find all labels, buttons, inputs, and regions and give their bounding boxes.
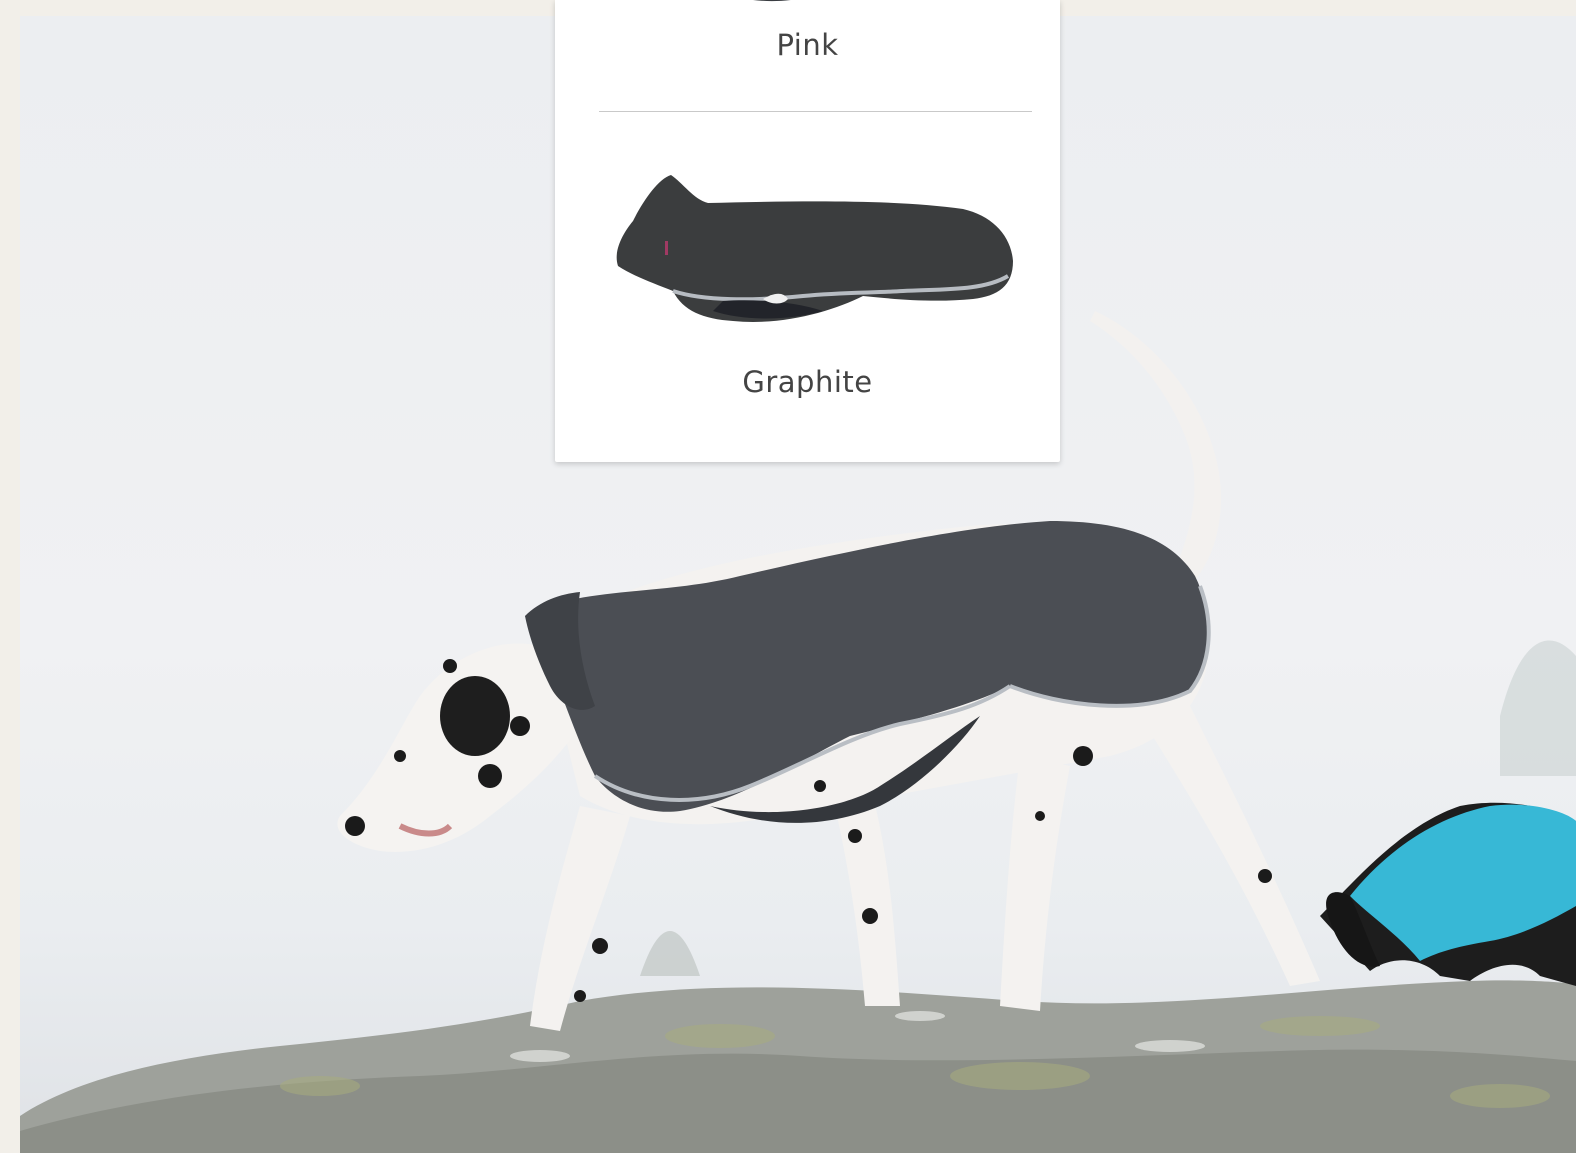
option-divider [599, 111, 1032, 112]
coat-thumbnail-icon [616, 175, 1013, 322]
color-option-pink[interactable]: Pink [555, 0, 1060, 112]
color-options-dropdown: Pink Graphite [555, 0, 1060, 462]
coat-thumbnail-icon [753, 0, 791, 2]
color-option-graphite[interactable]: Graphite [555, 113, 1060, 462]
page: Pink Graphite [0, 0, 1576, 1153]
color-option-label: Pink [776, 28, 839, 62]
color-option-label: Graphite [742, 365, 873, 399]
